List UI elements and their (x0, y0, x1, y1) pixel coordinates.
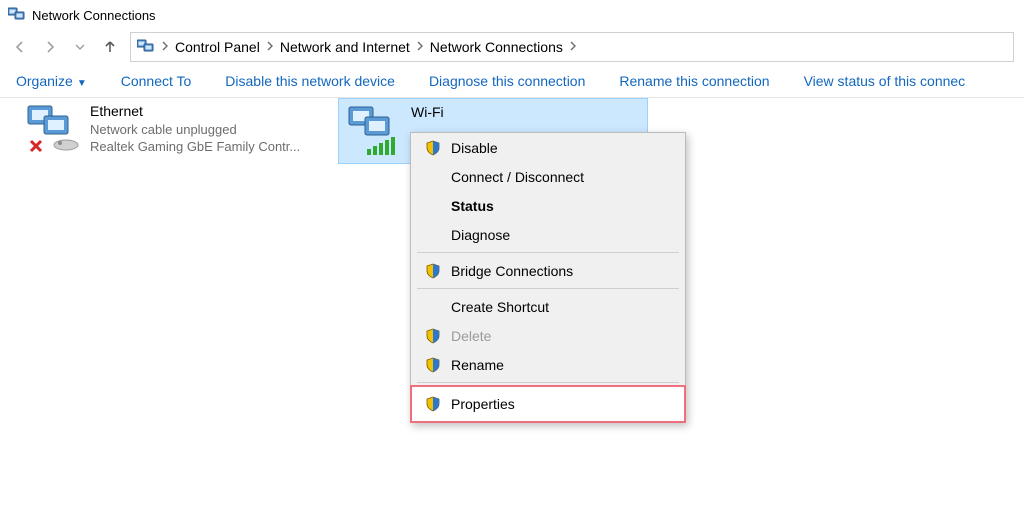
adapters-pane: Ethernet Network cable unplugged Realtek… (0, 98, 1024, 108)
adapter-device: Realtek Gaming GbE Family Contr... (90, 138, 300, 156)
context-menu-item-diagnose[interactable]: Diagnose (411, 220, 685, 249)
chevron-right-icon[interactable] (159, 39, 171, 55)
connect-to-button[interactable]: Connect To (121, 73, 192, 89)
context-menu-item-label: Diagnose (451, 227, 510, 243)
diagnose-connection-button[interactable]: Diagnose this connection (429, 73, 585, 89)
organize-label: Organize (16, 73, 73, 89)
context-menu-item-label: Create Shortcut (451, 299, 549, 315)
organize-menu[interactable]: Organize ▼ (16, 73, 87, 89)
context-menu-separator (417, 288, 679, 289)
uac-shield-icon (425, 396, 441, 412)
context-menu-item-label: Disable (451, 140, 498, 156)
chevron-right-icon[interactable] (414, 39, 426, 55)
context-menu-item-label: Bridge Connections (451, 263, 573, 279)
breadcrumb[interactable]: Network and Internet (280, 39, 426, 55)
recent-dropdown-icon[interactable] (70, 37, 90, 57)
window-title: Network Connections (32, 8, 156, 23)
uac-shield-icon (425, 140, 441, 156)
context-menu-item-status[interactable]: Status (411, 191, 685, 220)
uac-shield-icon (425, 328, 441, 344)
breadcrumb[interactable]: Network Connections (430, 39, 579, 55)
context-menu-item-label: Delete (451, 328, 491, 344)
adapter-name: Wi-Fi (411, 103, 444, 122)
back-button[interactable] (10, 37, 30, 57)
chevron-right-icon[interactable] (264, 39, 276, 55)
command-toolbar: Organize ▼ Connect To Disable this networ… (0, 64, 1024, 98)
window-title-bar: Network Connections (0, 0, 1024, 30)
chevron-down-icon: ▼ (77, 78, 87, 89)
context-menu-item-create-shortcut[interactable]: Create Shortcut (411, 292, 685, 321)
context-menu-separator (417, 252, 679, 253)
menu-icon-placeholder (425, 227, 441, 243)
menu-icon-placeholder (425, 299, 441, 315)
breadcrumb-label: Network Connections (430, 39, 563, 55)
up-button[interactable] (100, 37, 120, 57)
rename-connection-button[interactable]: Rename this connection (619, 73, 769, 89)
context-menu-item-disable[interactable]: Disable (411, 133, 685, 162)
uac-shield-icon (425, 263, 441, 279)
menu-icon-placeholder (425, 198, 441, 214)
adapter-wifi-icon (345, 103, 401, 159)
network-connections-icon (8, 6, 26, 25)
context-menu-item-label: Properties (451, 396, 515, 412)
adapter-name: Ethernet (90, 102, 300, 121)
context-menu: Disable Connect / Disconnect Status Diagnos… (410, 132, 686, 423)
context-menu-separator (417, 382, 679, 383)
address-bar-icon (137, 38, 155, 57)
disable-device-button[interactable]: Disable this network device (225, 73, 395, 89)
navigation-row: Control Panel Network and Internet Netwo… (0, 30, 1024, 64)
breadcrumb-label: Control Panel (175, 39, 260, 55)
context-menu-item-label: Rename (451, 357, 504, 373)
address-bar[interactable]: Control Panel Network and Internet Netwo… (130, 32, 1014, 62)
context-menu-item-connect-disconnect[interactable]: Connect / Disconnect (411, 162, 685, 191)
breadcrumb-label: Network and Internet (280, 39, 410, 55)
chevron-right-icon[interactable] (567, 39, 579, 55)
adapter-status: Network cable unplugged (90, 121, 300, 139)
context-menu-item-rename[interactable]: Rename (411, 350, 685, 379)
forward-button[interactable] (40, 37, 60, 57)
context-menu-item-bridge-connections[interactable]: Bridge Connections (411, 256, 685, 285)
adapter-ethernet[interactable]: Ethernet Network cable unplugged Realtek… (18, 98, 318, 162)
breadcrumb[interactable]: Control Panel (175, 39, 276, 55)
context-menu-item-properties[interactable]: Properties (410, 385, 686, 423)
uac-shield-icon (425, 357, 441, 373)
adapter-ethernet-icon (24, 102, 80, 158)
view-status-button[interactable]: View status of this connec (804, 73, 966, 89)
context-menu-item-label: Status (451, 198, 494, 214)
context-menu-item-label: Connect / Disconnect (451, 169, 584, 185)
context-menu-item-delete: Delete (411, 321, 685, 350)
menu-icon-placeholder (425, 169, 441, 185)
